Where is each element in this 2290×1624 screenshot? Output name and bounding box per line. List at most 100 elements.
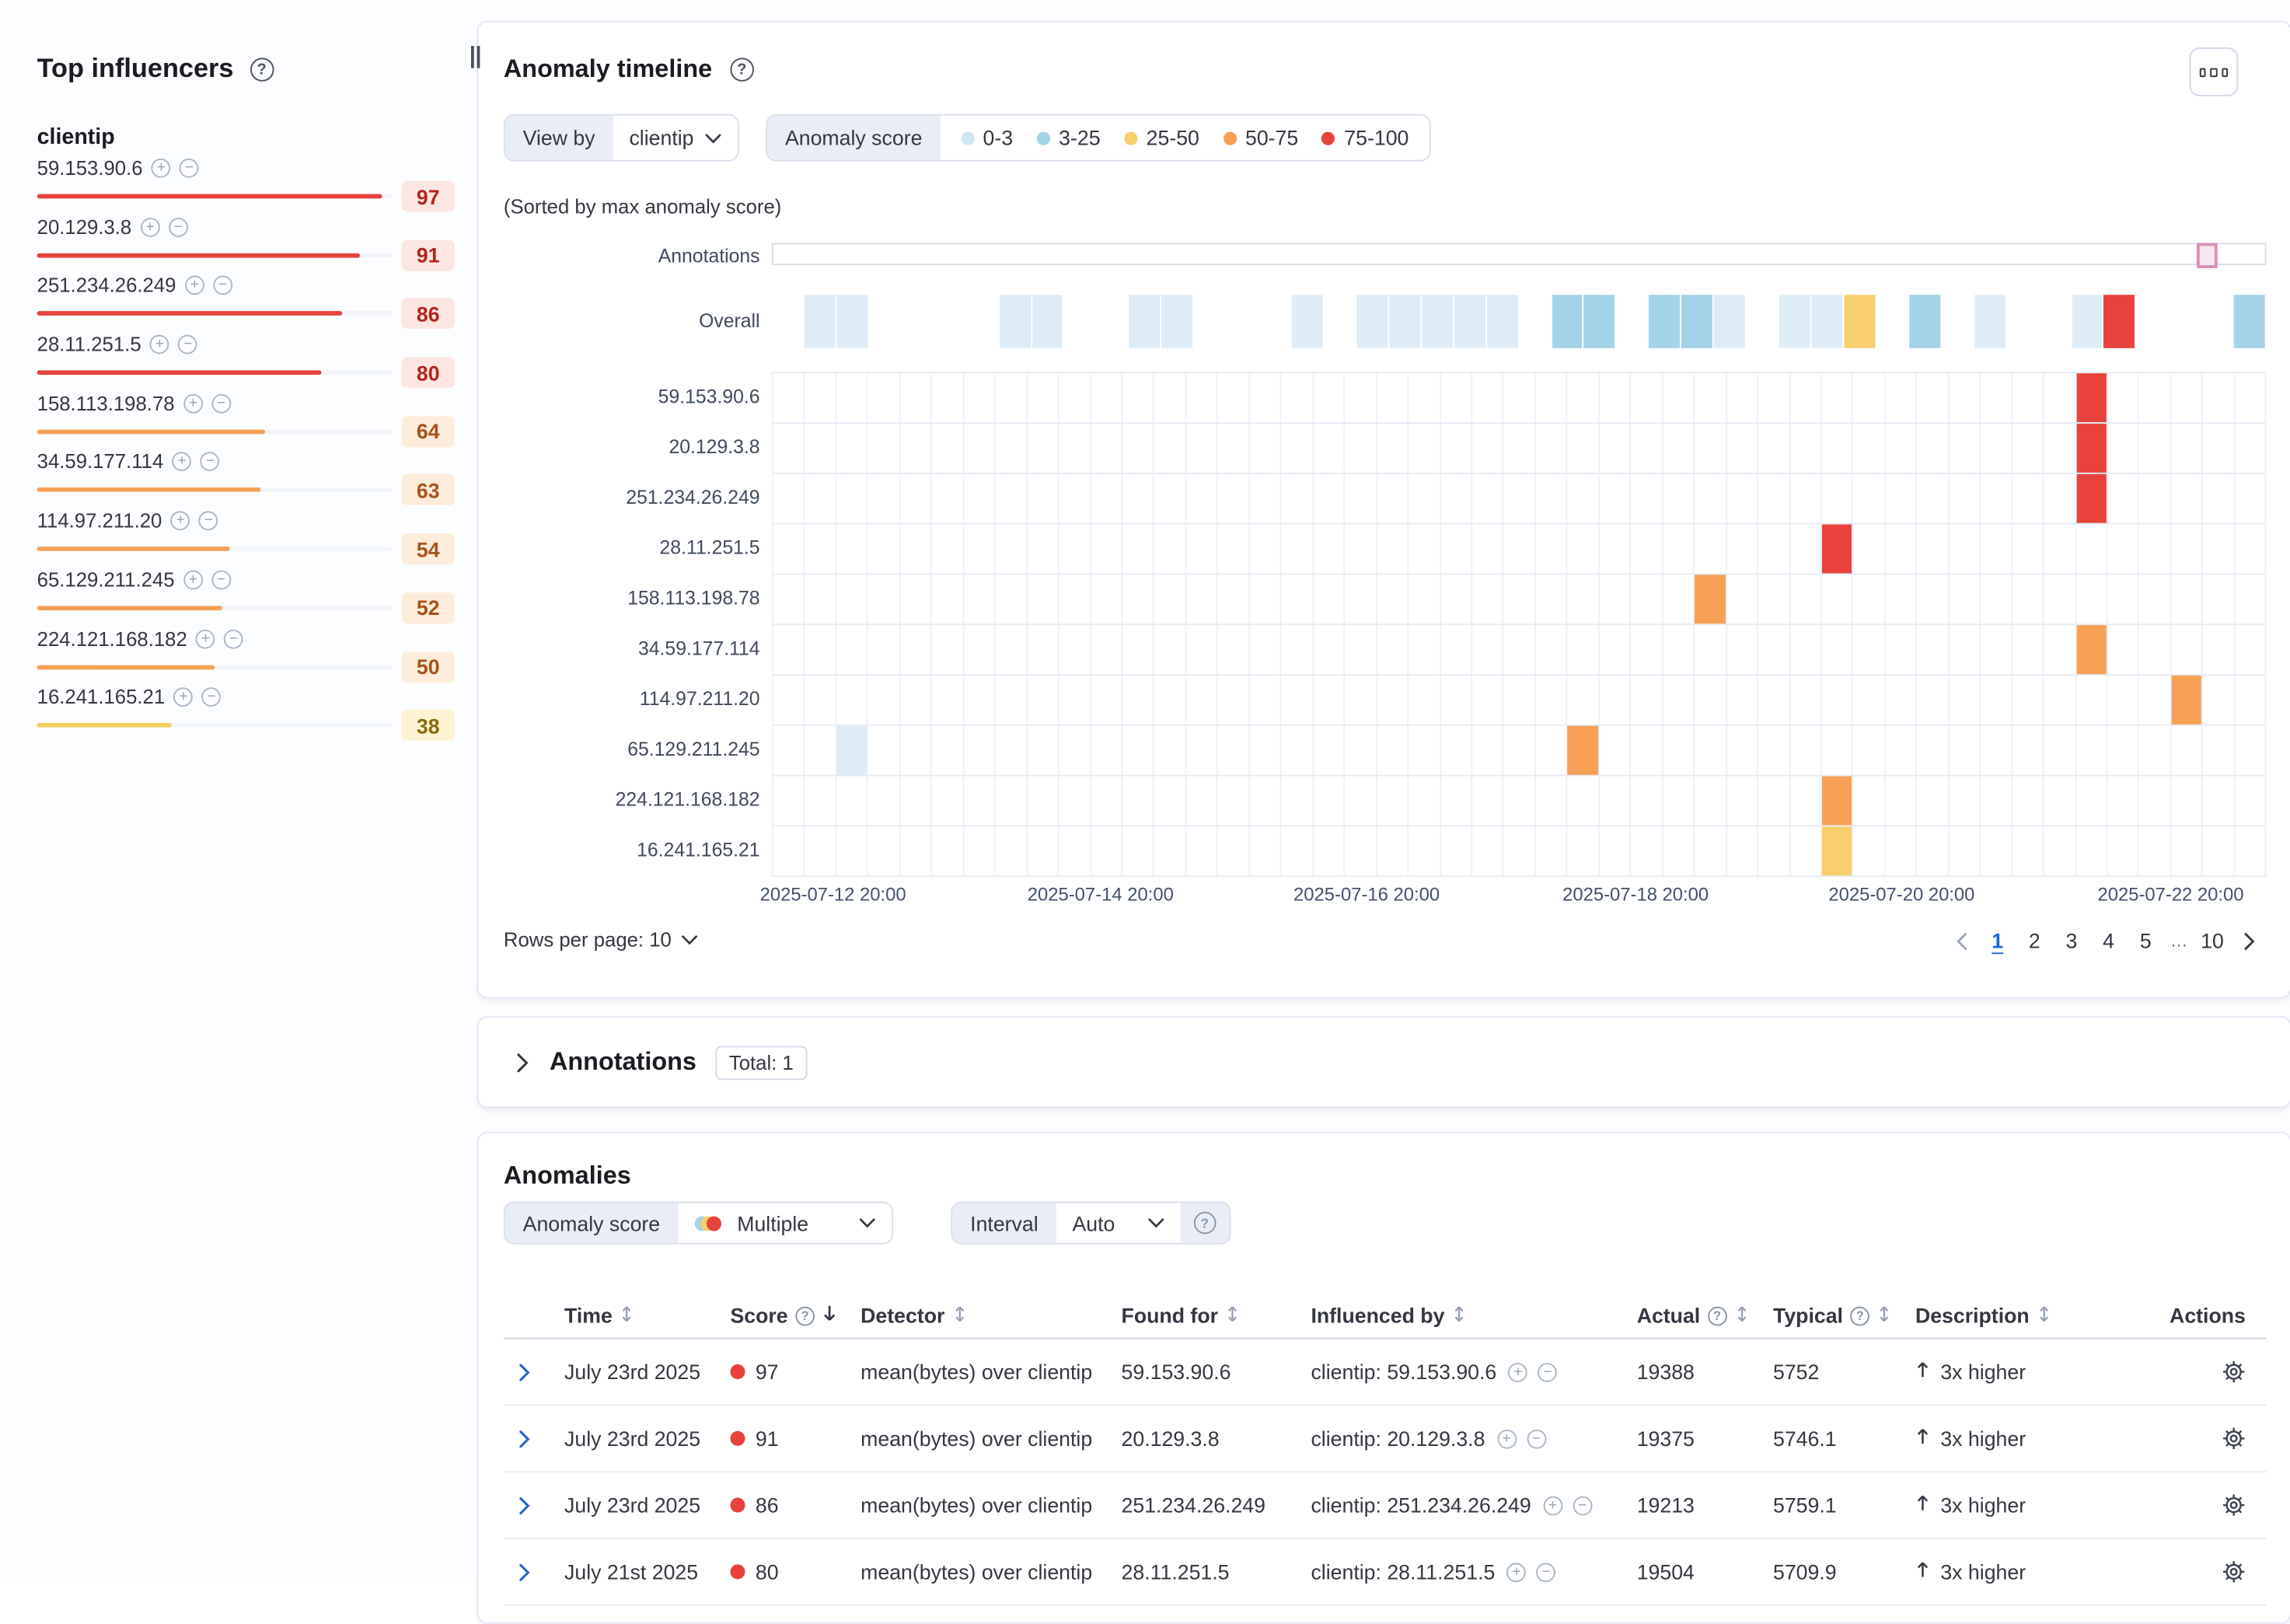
filter-for-icon[interactable]: + (152, 159, 171, 178)
row-actions-button[interactable] (2222, 1406, 2245, 1471)
overall-swimlane-cell[interactable] (1942, 295, 1974, 348)
swimlane-cell[interactable] (1154, 777, 1186, 826)
swimlane-cell[interactable] (1568, 525, 1600, 574)
swimlane-cell[interactable] (1028, 474, 1059, 523)
swimlane-cell[interactable] (2108, 726, 2140, 775)
filter-for-icon[interactable]: + (1509, 1362, 1528, 1381)
influencer-label[interactable]: 20.129.3.8 (37, 216, 132, 239)
swimlane-cell[interactable] (1409, 826, 1440, 875)
swimlane-cell[interactable] (1726, 676, 1758, 725)
overall-swimlane-cell[interactable] (1681, 295, 1714, 348)
swimlane-cell[interactable] (1314, 424, 1346, 473)
swimlane-cell[interactable] (2171, 726, 2203, 775)
overall-swimlane-cell[interactable] (1649, 295, 1682, 348)
swimlane-cell[interactable] (1663, 625, 1695, 674)
swimlane-cell[interactable] (1822, 575, 1854, 623)
overall-swimlane-cell[interactable] (1487, 295, 1520, 348)
swimlane-cell[interactable] (1663, 726, 1695, 775)
swimlane-cell[interactable] (2171, 826, 2203, 875)
anomaly-score-select[interactable]: Anomaly score Multiple (504, 1201, 893, 1244)
swimlane-cell[interactable] (1472, 575, 1504, 623)
swimlane-cell[interactable] (1536, 777, 1568, 826)
swimlane-cell[interactable] (1218, 474, 1250, 523)
filter-out-icon[interactable]: − (213, 276, 232, 295)
swimlane-cell[interactable] (1440, 826, 1472, 875)
swimlane-cell[interactable] (1218, 676, 1250, 725)
swimlane-cell[interactable] (1917, 625, 1949, 674)
swimlane-cell[interactable] (1059, 676, 1091, 725)
filter-out-icon[interactable]: − (211, 393, 231, 413)
swimlane-cell[interactable] (1250, 474, 1282, 523)
swimlane-cell[interactable] (836, 474, 868, 523)
column-header-found_for[interactable]: Found for (1122, 1294, 1241, 1338)
swimlane-cell[interactable] (805, 373, 837, 422)
swimlane-cell[interactable] (2140, 373, 2172, 422)
swimlane-cell[interactable] (1758, 575, 1790, 623)
filter-for-icon[interactable]: + (1497, 1429, 1517, 1448)
chevron-right-icon[interactable] (514, 1051, 530, 1074)
swimlane-cell[interactable] (1790, 625, 1822, 674)
swimlane-cell[interactable] (2012, 625, 2044, 674)
swimlane-cell[interactable] (2203, 826, 2235, 875)
swimlane-cell[interactable] (1091, 474, 1123, 523)
swimlane-cell[interactable] (1122, 625, 1154, 674)
swimlane-cell[interactable] (1409, 424, 1440, 473)
swimlane-cell[interactable] (1028, 424, 1059, 473)
swimlane-cell[interactable] (1314, 474, 1346, 523)
swimlane-cell[interactable] (1981, 676, 2012, 725)
view-by-select[interactable]: View by clientip (504, 114, 740, 162)
swimlane-cell[interactable] (1440, 525, 1472, 574)
swimlane-cell[interactable] (1377, 625, 1409, 674)
influencer-label[interactable]: 65.129.211.245 (37, 568, 175, 591)
overall-swimlane-cell[interactable] (934, 295, 967, 348)
swimlane-cell[interactable] (1154, 625, 1186, 674)
swimlane-cell[interactable] (1504, 424, 1536, 473)
overall-swimlane-cell[interactable] (869, 295, 902, 348)
swimlane-cell[interactable] (964, 575, 996, 623)
swimlane-cell[interactable] (932, 575, 964, 623)
swimlane-cell[interactable] (1568, 575, 1600, 623)
swimlane-cell[interactable] (836, 424, 868, 473)
influencer-label[interactable]: 224.121.168.182 (37, 627, 187, 650)
overall-swimlane-cell[interactable] (1194, 295, 1227, 348)
swimlane-cell[interactable] (2108, 777, 2140, 826)
swimlane-cell[interactable] (1726, 474, 1758, 523)
swimlane-cell[interactable] (1282, 676, 1314, 725)
swimlane-cell[interactable] (2140, 826, 2172, 875)
overall-swimlane-cell[interactable] (967, 295, 1000, 348)
swimlane-cell[interactable] (1632, 826, 1663, 875)
swimlane-cell[interactable] (1536, 676, 1568, 725)
influencer-label[interactable]: 34.59.177.114 (37, 451, 164, 473)
filter-out-icon[interactable]: − (201, 452, 220, 472)
swimlane-cell[interactable] (836, 826, 868, 875)
swimlane-cell[interactable] (1822, 424, 1854, 473)
swimlane-cell[interactable] (1440, 726, 1472, 775)
sort-icon[interactable] (620, 1303, 634, 1328)
swimlane-cell[interactable] (1886, 474, 1918, 523)
column-header-description[interactable]: Description (1915, 1294, 2051, 1338)
overall-swimlane-cell[interactable] (1389, 295, 1422, 348)
swimlane-cell[interactable] (1822, 474, 1854, 523)
swimlane-cell[interactable] (996, 525, 1028, 574)
filter-for-icon[interactable]: + (183, 393, 203, 413)
swimlane-cell[interactable] (1377, 777, 1409, 826)
overall-swimlane-cell[interactable] (2039, 295, 2072, 348)
swimlane-cell[interactable] (1886, 826, 1918, 875)
swimlane-cell[interactable] (1250, 424, 1282, 473)
swimlane-cell[interactable] (964, 826, 996, 875)
swimlane-cell[interactable] (1790, 676, 1822, 725)
filter-for-icon[interactable]: + (185, 276, 204, 295)
swimlane-cell[interactable] (1472, 625, 1504, 674)
overall-swimlane-cell[interactable] (902, 295, 934, 348)
swimlane-cell[interactable] (1758, 726, 1790, 775)
swimlane-cell[interactable] (1154, 525, 1186, 574)
swimlane-cell[interactable] (1854, 777, 1886, 826)
swimlane-cell[interactable] (1409, 373, 1440, 422)
swimlane-cell[interactable] (2044, 525, 2076, 574)
swimlane-cell[interactable] (1632, 625, 1663, 674)
swimlane-cell[interactable] (2076, 373, 2108, 422)
swimlane-cell[interactable] (1504, 726, 1536, 775)
swimlane-cell[interactable] (1663, 676, 1695, 725)
swimlane-cell[interactable] (1472, 826, 1504, 875)
overall-swimlane-cell[interactable] (1779, 295, 1812, 348)
